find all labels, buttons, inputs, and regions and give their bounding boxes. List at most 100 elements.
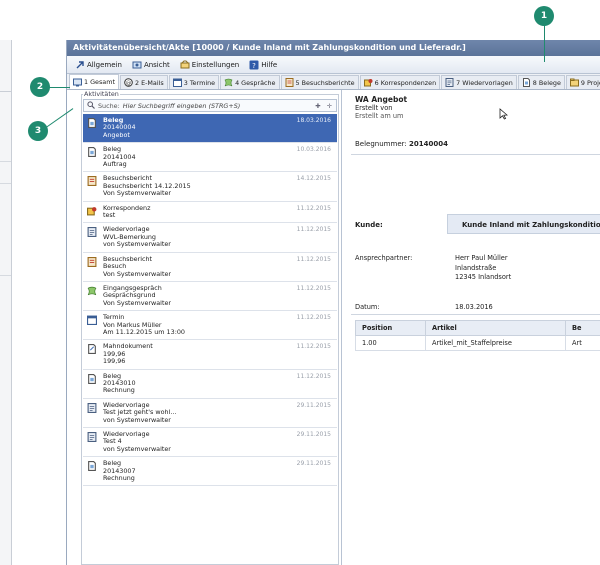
- list-item-date: 29.11.2015: [296, 460, 331, 468]
- column-header-position[interactable]: Position: [355, 320, 426, 336]
- list-item-detail: von Systemverwalter: [103, 415, 171, 424]
- list-item-date: 11.12.2015: [296, 284, 331, 292]
- detail-panel: WA Angebot Erstellt von Erstellt am um B…: [351, 90, 600, 565]
- calendar-icon: [87, 315, 97, 326]
- activity-list: Beleg 20140004 Angebot 18.03.2016 Beleg 20141…: [83, 114, 337, 487]
- list-item-date: 11.12.2015: [296, 343, 331, 351]
- list-item-date: 11.12.2015: [296, 255, 331, 263]
- tab-email[interactable]: @2 E-Mails: [119, 75, 168, 89]
- list-item-detail: Von Systemverwalter: [103, 189, 172, 198]
- tab-label: 9 Projekte: [580, 78, 600, 87]
- project-icon: [569, 78, 579, 87]
- column-header-be[interactable]: Be: [565, 320, 600, 336]
- list-item-date: 29.11.2015: [296, 401, 331, 409]
- detail-created-at: Erstellt am um: [355, 112, 404, 120]
- background-fragment: [0, 176, 11, 184]
- followup-icon: [87, 432, 97, 442]
- cell-position: 1.00: [355, 335, 426, 351]
- search-icon: [87, 100, 95, 111]
- kunde-value: Kunde Inland mit Zahlungskondition: [447, 214, 600, 234]
- list-item[interactable]: Beleg 20141004 Auftrag 10.03.2016: [83, 143, 337, 173]
- overview-icon: [73, 78, 82, 87]
- search-hint: Hier Suchbegriff eingeben (STRG+S): [122, 101, 241, 110]
- document-icon: [87, 461, 97, 472]
- list-item[interactable]: Besuchsbericht Besuchsbericht 14.12.2015 V…: [83, 172, 337, 202]
- belegnummer-value: 20140004: [408, 140, 448, 148]
- followup-icon: [87, 227, 97, 238]
- tab-document[interactable]: 8 Belege: [517, 75, 565, 89]
- tab-label: 4 Gespräche: [235, 78, 276, 87]
- help-icon: ?: [249, 60, 259, 70]
- email-icon: @: [124, 78, 133, 87]
- menu-bar: Allgemein Ansicht Einstellungen ? Hilfe: [67, 56, 600, 74]
- menu-ansicht[interactable]: Ansicht: [128, 58, 174, 72]
- menu-allgemein[interactable]: Allgemein: [71, 58, 126, 72]
- list-item[interactable]: Besuchsbericht Besuch Von Systemverwalter 1…: [83, 253, 337, 282]
- conversation-icon: [87, 286, 97, 296]
- document-icon: [87, 147, 97, 158]
- list-item[interactable]: Korrespondenz test 11.12.2015: [83, 202, 337, 224]
- list-item[interactable]: Mahndokument 199,96 199,96 11.12.2015: [83, 340, 337, 370]
- list-item-detail: 20143010: [103, 378, 136, 387]
- list-item-detail: test: [103, 211, 116, 220]
- list-item[interactable]: Wiedervorlage Test jetzt geht's wohl... vo…: [83, 399, 337, 428]
- tab-bar: 1 Gesamt @2 E-Mails 3 Termine 4 Gespräche 5 …: [67, 74, 600, 90]
- tab-label: 2 E-Mails: [134, 78, 164, 87]
- activity-window: Aktivitätenübersicht/Akte [10000 / Kunde…: [66, 40, 600, 565]
- list-item[interactable]: Eingangsgespräch Gesprächsgrund Von System…: [83, 282, 337, 312]
- detail-created-by: Erstellt von: [355, 104, 393, 112]
- settings-icon: [180, 60, 190, 70]
- menu-label: Allgemein: [87, 60, 122, 69]
- kunde-label: Kunde:: [355, 221, 383, 229]
- list-item-date: 29.11.2015: [296, 431, 331, 438]
- list-item[interactable]: Termin Von Markus Müller Am 11.12.2015 um …: [83, 311, 337, 341]
- list-item[interactable]: Beleg 20143010 Rechnung 11.12.2015: [83, 370, 337, 399]
- tab-report[interactable]: 5 Besuchsberichte: [280, 75, 359, 89]
- report-icon: [87, 176, 97, 187]
- list-item-date: 11.12.2015: [296, 314, 331, 322]
- tab-label: 1 Gesamt: [84, 78, 115, 86]
- callout-3: 3: [28, 121, 48, 141]
- arrow-icon: [75, 60, 85, 70]
- menu-hilfe[interactable]: ? Hilfe: [245, 58, 281, 72]
- search-input[interactable]: Suche: Hier Suchbegriff eingeben (STRG+S…: [83, 99, 337, 112]
- reminder-icon: [87, 344, 97, 355]
- tab-followup[interactable]: 7 Wiedervorlagen: [441, 75, 517, 89]
- divider: [351, 154, 600, 155]
- belegnummer-label: Belegnummer:: [355, 140, 407, 148]
- list-item[interactable]: Wiedervorlage WVL-Bemerkung von Systemverw…: [83, 223, 337, 253]
- svg-text:@: @: [126, 81, 132, 87]
- pin-icon[interactable]: ✚: [315, 102, 320, 110]
- tab-label: 7 Wiedervorlagen: [456, 78, 513, 87]
- menu-label: Hilfe: [261, 60, 278, 69]
- divider: [351, 314, 600, 315]
- menu-label: Ansicht: [143, 60, 170, 69]
- view-icon: [132, 60, 142, 70]
- menu-label: Einstellungen: [191, 60, 240, 69]
- list-item-detail: Von Systemverwalter: [103, 298, 172, 307]
- svg-text:?: ?: [252, 62, 256, 70]
- list-item[interactable]: Beleg 20140004 Angebot 18.03.2016: [83, 114, 337, 144]
- list-item-detail: 199,96: [103, 357, 126, 366]
- list-item[interactable]: Beleg 20143007 Rechnung 29.11.2015: [83, 457, 337, 487]
- tab-project[interactable]: 9 Projekte: [565, 75, 600, 89]
- list-item-detail: 20143007: [103, 466, 136, 475]
- tab-label: 6 Korrespondenzen: [374, 78, 437, 87]
- list-item-date: 10.03.2016: [296, 146, 331, 154]
- detail-title: WA Angebot: [355, 95, 408, 104]
- tab-overview[interactable]: 1 Gesamt: [69, 74, 119, 89]
- tab-calendar[interactable]: 3 Termine: [168, 75, 220, 89]
- list-item-date: 11.12.2015: [296, 226, 331, 234]
- tab-conversation[interactable]: 4 Gespräche: [220, 75, 280, 89]
- callout-line: [544, 24, 545, 62]
- add-icon[interactable]: ✛: [327, 102, 332, 110]
- menu-einstellungen[interactable]: Einstellungen: [176, 58, 243, 72]
- conversation-icon: [224, 78, 233, 87]
- list-item-detail: Rechnung: [103, 474, 135, 483]
- column-header-artikel[interactable]: Artikel: [425, 320, 566, 336]
- tab-correspondence[interactable]: 6 Korrespondenzen: [359, 75, 441, 89]
- callout-2: 2: [30, 77, 50, 97]
- table-row[interactable]: 1.00 Artikel_mit_Staffelpreise Art: [355, 335, 600, 351]
- list-item[interactable]: Wiedervorlage Test 4 von Systemverwalter 29…: [83, 428, 337, 458]
- ansprechpartner-value: Herr Paul Müller Inlandstraße 12345 Inla…: [455, 254, 511, 283]
